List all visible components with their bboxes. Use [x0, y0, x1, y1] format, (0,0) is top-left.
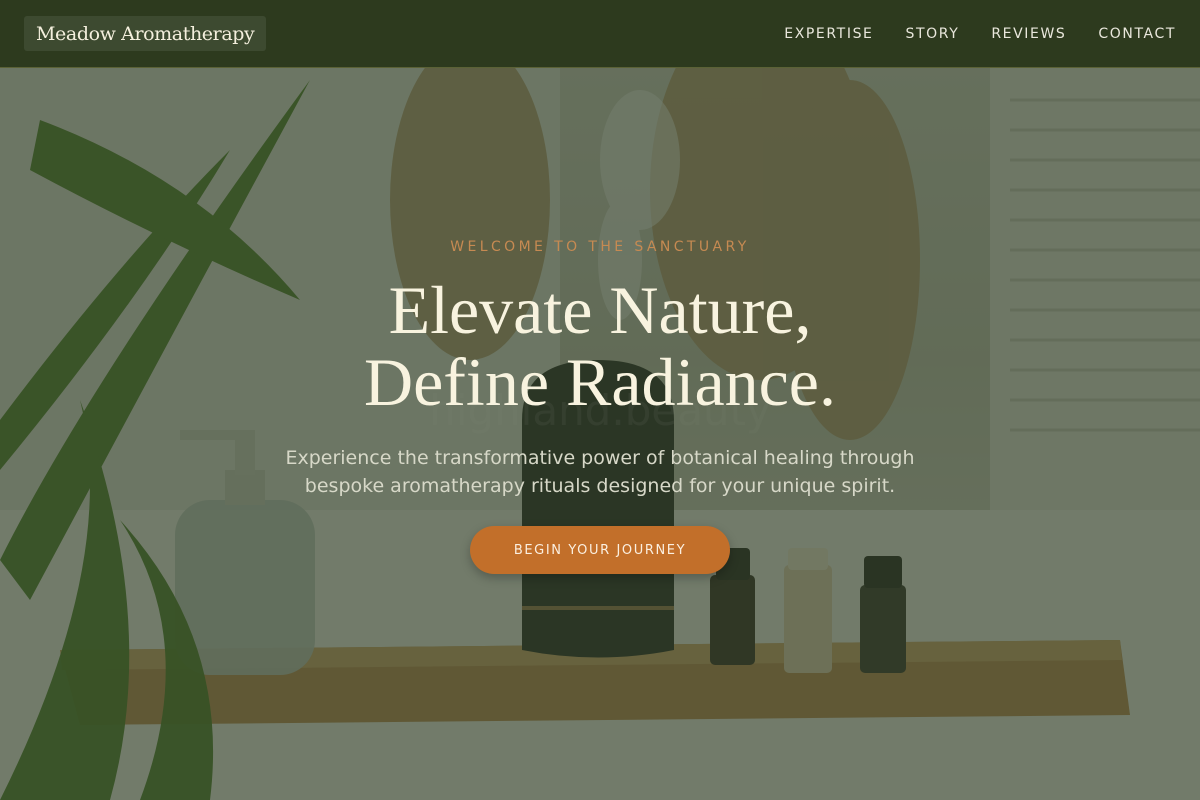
headline-line-2: Define Radiance. — [364, 344, 836, 420]
hero-eyebrow: WELCOME TO THE SANCTUARY — [450, 239, 750, 255]
begin-journey-button[interactable]: BEGIN YOUR JOURNEY — [470, 526, 730, 574]
brand-logo[interactable]: Meadow Aromatherapy — [24, 16, 267, 51]
nav-link-story[interactable]: STORY — [906, 26, 960, 42]
hero-section: WELCOME TO THE SANCTUARY Elevate Nature,… — [0, 68, 1200, 800]
nav-link-reviews[interactable]: REVIEWS — [991, 26, 1066, 42]
site-header: Meadow Aromatherapy EXPERTISE STORY REVI… — [0, 0, 1200, 68]
nav-link-contact[interactable]: CONTACT — [1098, 26, 1176, 42]
hero-subtitle: Experience the transformative power of b… — [285, 447, 915, 497]
headline-line-1: Elevate Nature, — [388, 272, 812, 348]
main-nav: EXPERTISE STORY REVIEWS CONTACT — [784, 26, 1176, 42]
hero-headline: Elevate Nature, Define Radiance. — [0, 274, 1200, 418]
nav-link-expertise[interactable]: EXPERTISE — [784, 26, 873, 42]
